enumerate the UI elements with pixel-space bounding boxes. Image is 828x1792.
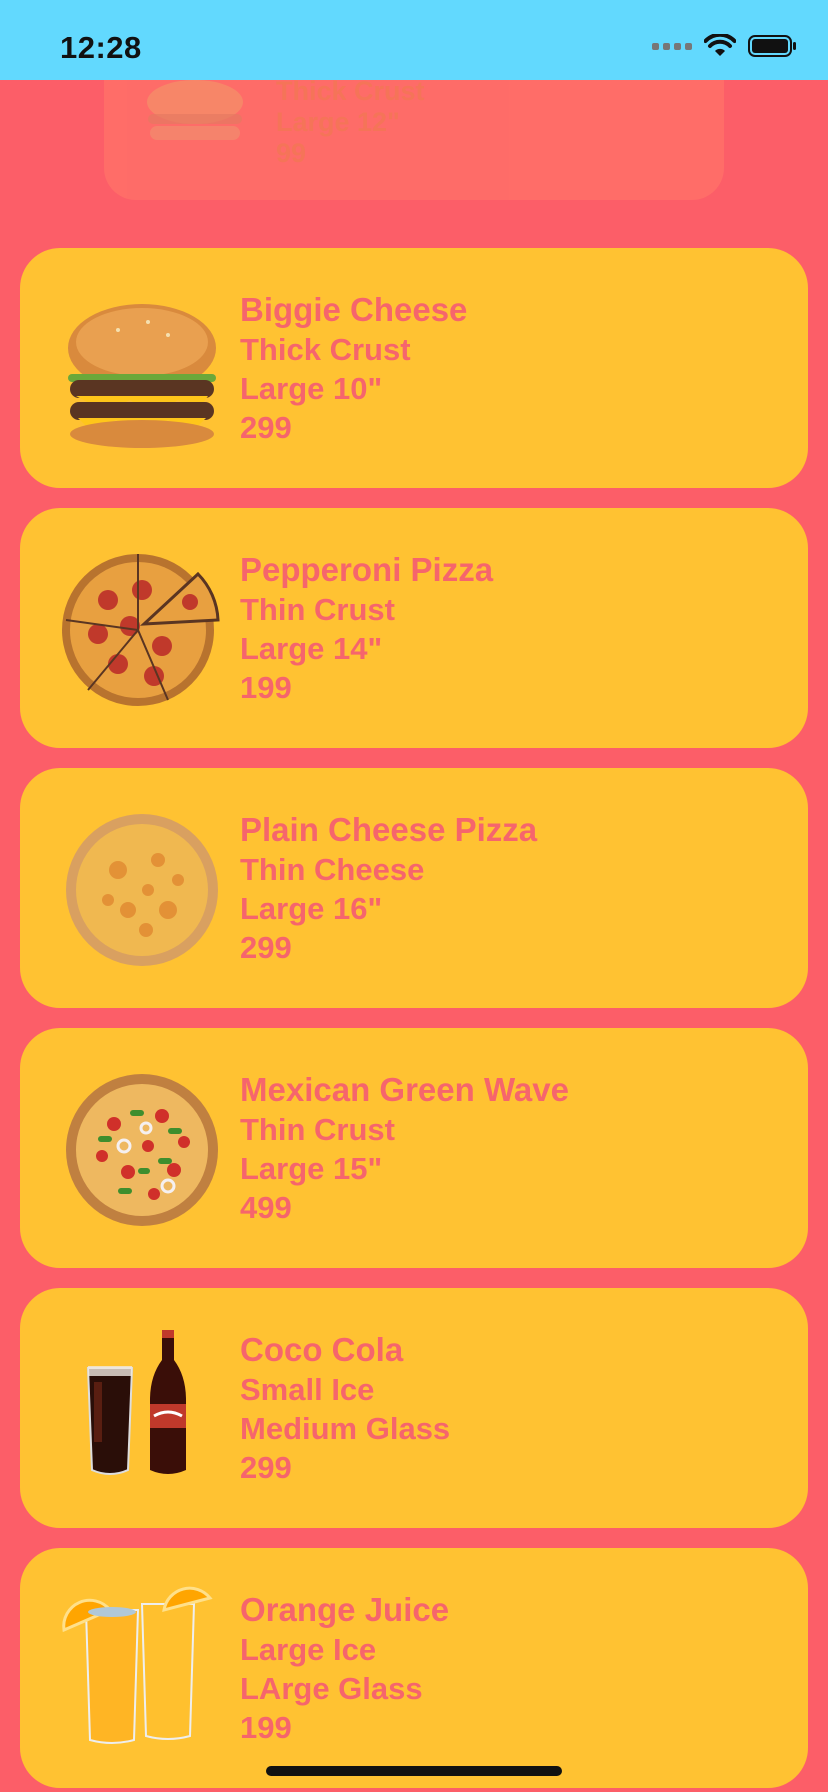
battery-icon [748,35,796,57]
faded-card-text: Thick Crust Large 12" 99 [276,76,425,169]
item-size: LArge Glass [240,1671,423,1706]
faded-card-line1: Thick Crust [276,76,425,106]
pepperoni-pizza-icon [62,554,220,706]
item-name: Coco Cola [240,1331,404,1368]
item-size: Large 16" [240,891,383,926]
veggie-pizza-icon [66,1074,218,1226]
item-price: 299 [240,930,292,965]
item-size: Large 15" [240,1151,383,1186]
item-name: Orange Juice [240,1591,450,1628]
menu-card[interactable]: Orange Juice Large Ice LArge Glass 199 [20,1548,808,1788]
item-size: Medium Glass [240,1411,451,1446]
item-price: 299 [240,410,292,445]
menu-card-text: Coco Cola Small Ice Medium Glass 299 [240,1330,450,1487]
wifi-icon [704,34,736,56]
item-name: Mexican Green Wave [240,1071,569,1108]
item-price: 199 [240,670,292,705]
item-name: Biggie Cheese [240,291,468,328]
home-indicator[interactable] [266,1766,562,1776]
menu-card[interactable]: Coco Cola Small Ice Medium Glass 299 [20,1288,808,1528]
menu-card-text: Orange Juice Large Ice LArge Glass 199 [240,1590,449,1747]
status-bar: 12:28 [0,0,828,80]
item-ice: Large Ice [240,1632,377,1667]
item-crust: Thin Crust [240,592,395,627]
item-crust: Thin Crust [240,1112,395,1147]
status-time: 12:28 [60,30,142,65]
item-price: 199 [240,1710,292,1745]
menu-card[interactable]: Plain Cheese Pizza Thin Cheese Large 16"… [20,768,808,1008]
menu-card-text: Plain Cheese Pizza Thin Cheese Large 16"… [240,810,537,967]
item-crust: Thick Crust [240,332,411,367]
menu-card[interactable]: Pepperoni Pizza Thin Crust Large 14" 199 [20,508,808,748]
burger-icon [68,304,216,448]
faded-card-line3: 99 [276,138,307,168]
cheese-pizza-icon [66,814,218,966]
item-name: Plain Cheese Pizza [240,811,538,848]
item-size: Large 10" [240,371,383,406]
item-size: Large 14" [240,631,383,666]
menu-card-text: Pepperoni Pizza Thin Crust Large 14" 199 [240,550,493,707]
item-price: 499 [240,1190,292,1225]
cola-icon [86,1330,186,1475]
orange-juice-icon [62,1586,213,1744]
menu-card-text: Biggie Cheese Thick Crust Large 10" 299 [240,290,467,447]
item-price: 299 [240,1450,292,1485]
menu-card-text: Mexican Green Wave Thin Crust Large 15" … [240,1070,569,1227]
status-icons [652,34,798,58]
item-name: Pepperoni Pizza [240,551,494,588]
menu-card[interactable]: Biggie Cheese Thick Crust Large 10" 299 [20,248,808,488]
item-crust: Thin Cheese [240,852,425,887]
cellular-signal-icon [652,42,692,50]
faded-card-line2: Large 12" [276,107,400,137]
burger-icon [147,80,243,140]
item-ice: Small Ice [240,1372,375,1407]
menu-card[interactable]: Mexican Green Wave Thin Crust Large 15" … [20,1028,808,1268]
